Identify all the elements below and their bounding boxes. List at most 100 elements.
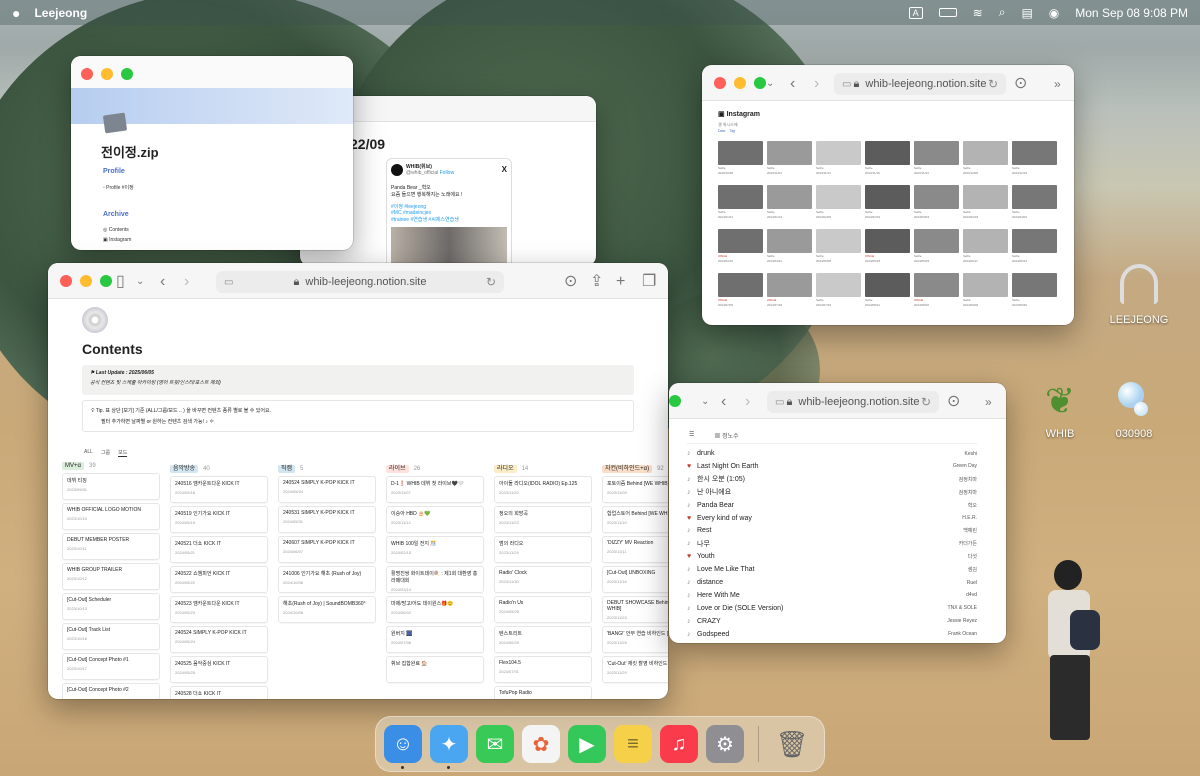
board-card[interactable]: [Cut-Out] Scheduler 2023/10/13 <box>62 593 160 620</box>
dock-app-notes[interactable]: ≡ <box>614 725 652 763</box>
url-bar[interactable]: ▭ 🔒︎ whib-leejeong.notion.site ↻ <box>216 271 504 293</box>
board-card[interactable]: Radio' Clock 2023/11/30 <box>494 566 592 593</box>
close-button[interactable] <box>60 275 72 287</box>
filter-tag[interactable]: Tag <box>729 129 735 133</box>
reload-icon[interactable]: ↻ <box>921 395 931 409</box>
board-card[interactable]: [Cut-Out] Concept Photo #1 2023/10/17 <box>62 653 160 680</box>
back-icon[interactable]: ‹ <box>721 393 726 411</box>
desktop-icon-030908[interactable]: 030908 <box>1104 378 1164 440</box>
board-card[interactable]: 활명진쌍 화이트데이🍭 : 제1회 대환영 홍 라떼대회 2024/03/14 <box>386 566 484 593</box>
instagram-window[interactable]: ⌄ ‹ › ▭ 🔒︎ whib-leejeong.notion.site ↻ ⊙ … <box>702 65 1074 325</box>
gallery-item[interactable]: Selfie 2024/06/24 <box>1012 229 1057 269</box>
desktop-icon-leejeong[interactable]: LEEJEONG <box>1104 264 1174 326</box>
profile-item[interactable]: ▫ Profile #이정 <box>103 184 134 191</box>
tab-all[interactable]: ALL <box>84 449 93 457</box>
board-card[interactable]: 240525 음악중심 KICK IT 2024/05/25 <box>170 656 268 683</box>
board-card[interactable]: 240528 더쇼 KICK IT <box>170 686 268 699</box>
new-tab-icon[interactable]: + <box>616 273 625 291</box>
tab-group[interactable]: 그룹 <box>101 449 110 457</box>
board-card[interactable]: [Cut-Out] UNBOXING 2023/11/16 <box>602 566 668 593</box>
board-card[interactable]: WHIB 100일 전지 🎊 2024/02/15 <box>386 536 484 563</box>
dock-app-photos[interactable]: ✿ <box>522 725 560 763</box>
board-card[interactable]: 'Cut-Out' 재킷 촬영 비하인드 [WE WHIB] 2023/11/29 <box>602 656 668 683</box>
board-card[interactable]: 마제/망고/어도 데이원스🎁😊 2024/06/02 <box>386 596 484 623</box>
desktop-icon-whib[interactable]: ❦ WHIB <box>1030 378 1090 440</box>
gallery-item[interactable]: Selfie 2024/02/05 <box>816 185 861 225</box>
dock-trash[interactable]: 🗑︎ <box>773 725 811 763</box>
tabs-overview-icon[interactable]: ❐ <box>642 273 656 291</box>
dock-app-finder[interactable]: ☺ <box>384 725 422 769</box>
apple-icon[interactable]: ● <box>12 5 20 21</box>
tab-board[interactable]: 보드 <box>118 449 128 457</box>
song-row[interactable]: ♪ 난 아니에요 검정치마 <box>687 486 977 499</box>
board-card[interactable]: 텐스트리트 2024/06/29 <box>494 626 592 653</box>
reload-icon[interactable]: ↻ <box>486 275 496 289</box>
tweet-tag[interactable]: #이정 #leejeong <box>391 203 507 210</box>
battery-icon[interactable] <box>938 8 957 17</box>
board-card[interactable]: 240521 더쇼 KICK IT 2024/05/21 <box>170 536 268 563</box>
zoom-button[interactable] <box>754 77 766 89</box>
more-icon[interactable]: » <box>985 393 992 411</box>
song-row[interactable]: ♪ CRAZY Jessie Reyez <box>687 615 977 628</box>
reload-icon[interactable]: ↻ <box>988 77 998 91</box>
board-card[interactable]: Radio'n Us 2024/05/20 <box>494 596 592 623</box>
song-row[interactable]: ♪ Here With Me d4vd <box>687 589 977 602</box>
list-view-icon[interactable]: ☰ <box>689 431 694 440</box>
board-card[interactable]: 240522 쇼챔피언 KICK IT 2024/05/22 <box>170 566 268 593</box>
forward-icon[interactable]: › <box>745 393 750 411</box>
board-card[interactable]: 240523 엠카운트다운 KICK IT 2024/05/23 <box>170 596 268 623</box>
dock-app-safari[interactable]: ✦ <box>430 725 468 769</box>
column-header[interactable]: MV+α 39 <box>62 462 160 470</box>
gallery-item[interactable]: Selfie 2024/05/29 <box>914 229 959 269</box>
gallery-item[interactable]: Selfie 2024/09/20 <box>1012 273 1057 313</box>
board-card[interactable]: 이승아 HBD 🎂💚 2023/11/12 <box>386 506 484 533</box>
song-row[interactable]: ♥ Last Night On Earth Green Day <box>687 460 977 473</box>
gallery-item[interactable]: Selfie 2024/03/03 <box>914 185 959 225</box>
song-row[interactable]: ♪ Panda Bear 혁오 <box>687 499 977 512</box>
chevron-down-icon[interactable]: ⌄ <box>136 273 144 291</box>
song-row[interactable]: ♪ distance Ruel <box>687 576 977 589</box>
column-header[interactable]: 직캠 5 <box>278 463 376 473</box>
download-icon[interactable]: ⊙ <box>1014 75 1027 93</box>
download-icon[interactable]: ⊙ <box>564 273 577 291</box>
gallery-item[interactable]: Official 2024/08/26 <box>914 273 959 313</box>
column-header[interactable]: 자컨(비하인드+α) 92 <box>602 463 668 473</box>
filter-date[interactable]: Date <box>718 129 725 133</box>
archive-item-contents[interactable]: ◎ Contents <box>103 227 129 233</box>
board-card[interactable]: TofuPop Radio <box>494 686 592 699</box>
gallery-item[interactable]: Selfie 2023/11/19 <box>865 141 910 181</box>
board-card[interactable]: [Cut-Out] Track List 2023/10/16 <box>62 623 160 650</box>
menubar-clock[interactable]: Mon Sep 08 9:08 PM <box>1075 6 1188 20</box>
board-card[interactable]: 해초(Rush of Joy) | SoundBOMB360° 2024/10/0… <box>278 596 376 623</box>
song-row[interactable]: ♪ 한시 오분 (1:05) 검정치마 <box>687 473 977 486</box>
chevron-down-icon[interactable]: ⌄ <box>701 393 709 411</box>
minimize-button[interactable] <box>80 275 92 287</box>
board-card[interactable]: 휘브 집합완료 🏠 <box>386 656 484 683</box>
gallery-item[interactable]: Selfie 2024/01/01 <box>718 185 763 225</box>
gallery-item[interactable]: Selfie 2024/05/08 <box>816 229 861 269</box>
dock-app-system-settings[interactable]: ⚙ <box>706 725 744 763</box>
song-row[interactable]: ♪ drunk Keshi <box>687 447 977 460</box>
zoom-button[interactable] <box>669 395 681 407</box>
close-button[interactable] <box>714 77 726 89</box>
gallery-item[interactable]: Selfie 2024/01/14 <box>767 185 812 225</box>
board-card[interactable]: 데뷔 티징 2023/09/01 <box>62 473 160 500</box>
follow-link[interactable]: Follow <box>440 170 454 176</box>
song-row[interactable]: ♪ 나무 카더가든 <box>687 537 977 550</box>
board-card[interactable]: 240531 SIMPLY K-POP KICK IT 2024/05/31 <box>278 506 376 533</box>
column-header[interactable]: 음악방송 40 <box>170 463 268 473</box>
gallery-item[interactable]: Official 2024/07/05 <box>718 273 763 313</box>
forward-icon[interactable]: › <box>184 273 189 291</box>
archive-item-instagram[interactable]: ▣ Instagram <box>103 237 131 243</box>
gallery-item[interactable]: Selfie 2024/04/02 <box>1012 185 1057 225</box>
board-card[interactable]: 정오의 희망곡 2023/11/23 <box>494 506 592 533</box>
board-card[interactable]: 합업스토어 Behind [WE WHIB] 2023/11/10 <box>602 506 668 533</box>
board-card[interactable]: 240607 SIMPLY K-POP KICK IT 2024/06/07 <box>278 536 376 563</box>
song-row[interactable]: ♪ Love or Die (SOLE Version) TNX & SOLE <box>687 602 977 615</box>
dock-app-music[interactable]: ♫ <box>660 725 698 763</box>
board-card[interactable]: Flex104.5 2024/07/01 <box>494 656 592 683</box>
board-card[interactable]: 240524 SIMPLY K-POP KICK IT 2024/05/24 <box>278 476 376 503</box>
board-card[interactable]: 아이돌 라디오(IDOL RADIO) Ep.125 2023/11/20 <box>494 476 592 503</box>
gallery-item[interactable]: Selfie 2023/12/19 <box>1012 141 1057 181</box>
song-row[interactable]: ♥ Every kind of way H.E.R. <box>687 512 977 525</box>
